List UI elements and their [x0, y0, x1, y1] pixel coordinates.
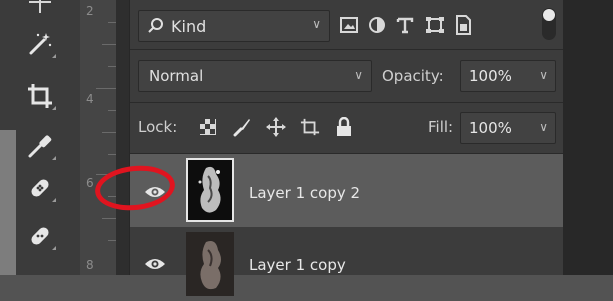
shape-filter-icon[interactable] — [424, 14, 446, 36]
ruler-number: 8 — [86, 258, 94, 272]
kind-filter-select[interactable]: Kind ∨ — [138, 10, 330, 42]
crop-icon — [28, 84, 52, 108]
fill-value: 100% — [469, 119, 512, 137]
divider — [130, 49, 564, 50]
spot-healing-tool[interactable] — [18, 168, 62, 208]
ruler-tick — [108, 66, 116, 67]
lock-label: Lock: — [138, 118, 178, 136]
layer-thumbnail — [186, 232, 234, 296]
ruler-tick — [108, 240, 116, 241]
thumbnail-image — [186, 232, 234, 296]
ruler-tick — [102, 218, 116, 219]
layers-panel: Kind ∨ Normal ∨ Opacity: 100% ∨ Lock: Fi… — [129, 0, 564, 296]
tools-toolbar — [0, 0, 80, 275]
magic-wand-tool[interactable] — [18, 24, 62, 64]
ruler-number: 4 — [86, 92, 94, 106]
fill-label: Fill: — [428, 118, 454, 136]
background-strip — [0, 130, 16, 275]
lock-all-icon[interactable] — [334, 117, 354, 137]
canvas-edge — [116, 0, 129, 275]
ruler-tick — [102, 44, 116, 45]
divider — [130, 102, 564, 103]
document-area — [563, 0, 613, 275]
lock-artboard-icon[interactable] — [300, 117, 320, 137]
ruler-tick — [108, 110, 116, 111]
layer-thumbnail — [186, 158, 234, 222]
blend-mode-select[interactable]: Normal ∨ — [138, 60, 372, 92]
image-filter-icon[interactable] — [338, 14, 360, 36]
opacity-label: Opacity: — [382, 67, 444, 85]
eyedropper-icon — [28, 135, 52, 158]
lock-position-icon[interactable] — [266, 117, 286, 137]
blend-mode-value: Normal — [149, 67, 204, 85]
filter-row: Kind ∨ — [130, 0, 564, 48]
search-icon — [148, 18, 163, 33]
ruler-number: 2 — [86, 4, 94, 18]
layer-name[interactable]: Layer 1 copy 2 — [249, 184, 360, 202]
ruler-number: 6 — [86, 176, 94, 190]
thumbnail-image — [188, 160, 232, 220]
ruler-tick — [96, 88, 116, 89]
lock-image-pixels-icon[interactable] — [232, 117, 252, 137]
layer-row-selected[interactable]: Layer 1 copy 2 — [130, 154, 564, 227]
spot-healing-icon — [31, 179, 49, 197]
crop-tool[interactable] — [18, 76, 62, 116]
vertical-ruler: 2 4 6 8 — [80, 0, 117, 275]
opacity-value: 100% — [469, 67, 512, 85]
move-icon — [29, 0, 51, 13]
fill-field[interactable]: 100% ∨ — [460, 112, 556, 144]
ruler-tick — [108, 154, 116, 155]
chevron-down-icon: ∨ — [354, 68, 363, 82]
layer-name[interactable]: Layer 1 copy — [249, 256, 346, 274]
lock-transparent-pixels-icon[interactable] — [198, 117, 218, 137]
ruler-tick — [108, 22, 116, 23]
eye-icon[interactable] — [144, 256, 166, 272]
type-filter-icon[interactable] — [394, 14, 416, 36]
filter-toggle[interactable] — [542, 8, 556, 40]
smart-object-filter-icon[interactable] — [452, 14, 474, 36]
move-tool[interactable] — [18, 0, 62, 22]
toggle-knob — [543, 9, 555, 21]
layer-row[interactable]: Layer 1 copy — [130, 228, 564, 301]
chevron-down-icon: ∨ — [312, 17, 321, 31]
magic-wand-icon — [29, 33, 52, 55]
ruler-tick — [102, 132, 116, 133]
adjustment-filter-icon[interactable] — [366, 14, 388, 36]
bandage-icon — [31, 227, 49, 245]
healing-brush-tool[interactable] — [18, 216, 62, 256]
chevron-down-icon: ∨ — [539, 120, 548, 134]
kind-filter-label: Kind — [171, 16, 207, 36]
eyedropper-tool[interactable] — [18, 126, 62, 166]
opacity-field[interactable]: 100% ∨ — [460, 60, 556, 92]
chevron-down-icon: ∨ — [539, 68, 548, 82]
